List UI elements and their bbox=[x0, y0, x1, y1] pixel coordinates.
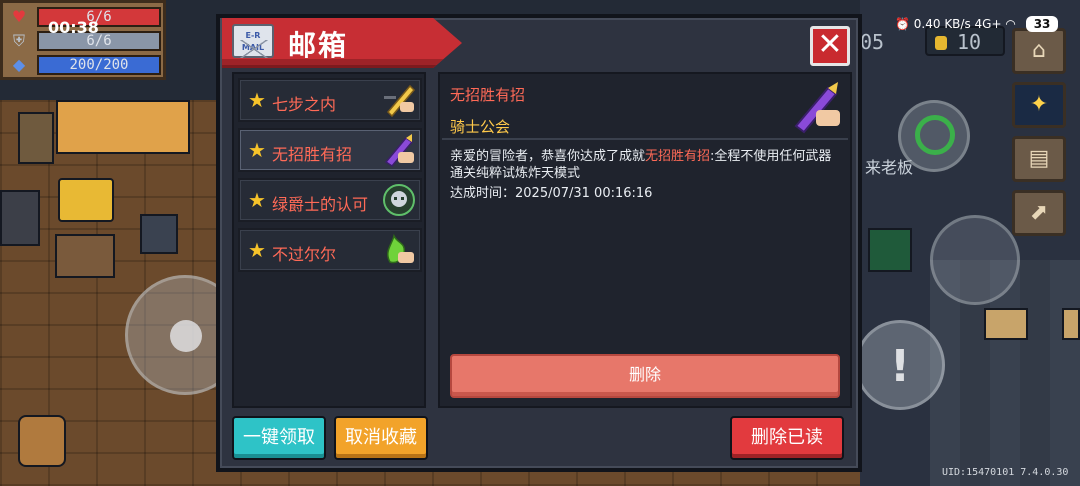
star-icon: ★ bbox=[248, 188, 266, 212]
upgrade-icon[interactable]: ⬈ bbox=[1012, 190, 1066, 236]
green-knight-skull-icon bbox=[383, 184, 415, 216]
shield-icon: ⛨ bbox=[12, 31, 25, 50]
claim-all-button[interactable]: 一键领取 bbox=[232, 416, 326, 460]
mailbox-title: 邮箱 bbox=[288, 29, 349, 62]
signal-label: 4G+ bbox=[974, 17, 1002, 31]
delete-read-button[interactable]: 删除已读 bbox=[730, 416, 844, 460]
mail-detail-header: 无招胜有招 骑士公会 bbox=[442, 76, 848, 140]
green-flame-hand-icon bbox=[387, 233, 414, 264]
mail-body-achievement: 无招胜有招 bbox=[645, 149, 711, 164]
profile-card-icon[interactable]: ▤ bbox=[1012, 136, 1066, 182]
pet-bear bbox=[18, 415, 66, 467]
close-button[interactable]: ✕ bbox=[810, 26, 850, 66]
mail-body: 亲爱的冒险者，恭喜你达成了成就无招胜有招:全程不使用任何武器通关纯粹试炼炸天模式 bbox=[450, 148, 844, 182]
mail-sender: 骑士公会 bbox=[450, 118, 511, 136]
energy-bar: 200/200 bbox=[37, 55, 161, 75]
mail-item-label: 无招胜有招 bbox=[272, 145, 353, 164]
skill-swirl-icon bbox=[915, 115, 955, 155]
mail-list: ★ 七步之内 ★ 无招胜有招 ★ 绿爵士的认可 ★ 不过尔尔 bbox=[232, 72, 426, 408]
purple-sword-icon bbox=[794, 82, 840, 134]
mail-item[interactable]: ★ 无招胜有招 bbox=[238, 128, 422, 172]
talent-icon[interactable]: ✦ bbox=[1012, 82, 1066, 128]
treasure-chest bbox=[58, 178, 114, 222]
alert-icon: ! bbox=[889, 341, 911, 392]
unfavorite-button[interactable]: 取消收藏 bbox=[334, 416, 428, 460]
mail-item-label: 不过尔尔 bbox=[272, 245, 337, 264]
status-indicators: ⏰ 0.40 KB/s 4G+ ◠ 33 bbox=[895, 16, 1059, 32]
npc-character bbox=[0, 190, 40, 246]
mailbox-title-tab: E-R MAIL 邮箱 bbox=[222, 18, 462, 68]
refresh-pedestal bbox=[55, 234, 115, 278]
mail-item[interactable]: ★ 绿爵士的认可 bbox=[238, 178, 422, 222]
mail-envelope-icon: E-R MAIL bbox=[232, 24, 274, 58]
status-time: 00:38 bbox=[48, 18, 99, 37]
purple-sword-icon bbox=[384, 134, 414, 167]
heart-icon: ♥ bbox=[11, 7, 27, 26]
star-icon: ★ bbox=[248, 138, 266, 162]
mail-title: 无招胜有招 bbox=[450, 86, 526, 104]
notice-board bbox=[1062, 308, 1080, 340]
alarm-icon: ⏰ bbox=[895, 17, 910, 31]
coin-icon bbox=[935, 36, 947, 50]
mail-item-label: 绿爵士的认可 bbox=[272, 195, 369, 214]
mail-achieved-time: 达成时间：2025/07/31 00:16:16 bbox=[450, 186, 653, 201]
mail-body-prefix: 亲爱的冒险者，恭喜你达成了成就 bbox=[450, 149, 646, 164]
uid-version: UID:15470101 7.4.0.30 bbox=[942, 467, 1069, 478]
crate bbox=[140, 214, 178, 254]
mail-item-label: 七步之内 bbox=[272, 95, 337, 114]
home-icon[interactable]: ⌂ bbox=[1012, 28, 1066, 74]
golden-sword-icon bbox=[384, 84, 416, 118]
mailbox-dialog: E-R MAIL 邮箱 ✕ ★ 七步之内 ★ 无招胜有招 ★ 绿爵士的认可 ★ … bbox=[216, 14, 862, 472]
star-icon: ★ bbox=[248, 88, 266, 112]
green-cabinet bbox=[868, 228, 912, 272]
npc-character bbox=[18, 112, 54, 164]
delete-button[interactable]: 删除 bbox=[450, 354, 840, 398]
mail-detail: 无招胜有招 骑士公会 亲爱的冒险者，恭喜你达成了成就无招胜有招:全程不使用任何武… bbox=[438, 72, 852, 408]
attack-button[interactable]: ! bbox=[855, 320, 945, 410]
shop-banner bbox=[56, 100, 190, 154]
side-menu: ⌂ ✦ ▤ ⬈ bbox=[1012, 28, 1068, 244]
joystick-knob[interactable] bbox=[170, 320, 202, 352]
net-speed: 0.40 KB/s bbox=[913, 17, 971, 31]
mail-item[interactable]: ★ 七步之内 bbox=[238, 78, 422, 122]
weapon-swap-button[interactable] bbox=[930, 215, 1020, 305]
partial-counter: 05 bbox=[860, 30, 885, 54]
skill-button[interactable] bbox=[898, 100, 970, 172]
coin-amount: 10 bbox=[957, 30, 982, 54]
energy-crystal-icon: ◆ bbox=[12, 55, 26, 74]
star-icon: ★ bbox=[248, 238, 266, 262]
wifi-icon: ◠ bbox=[1005, 17, 1016, 31]
battery-level: 33 bbox=[1025, 16, 1059, 32]
player-stats-panel: ♥ 6/6 ⛨ 6/6 ◆ 200/200 bbox=[0, 0, 166, 80]
mail-item[interactable]: ★ 不过尔尔 bbox=[238, 228, 422, 272]
energy-row: ◆ 200/200 bbox=[9, 55, 161, 75]
notice-board bbox=[984, 308, 1028, 340]
energy-text: 200/200 bbox=[69, 57, 129, 73]
